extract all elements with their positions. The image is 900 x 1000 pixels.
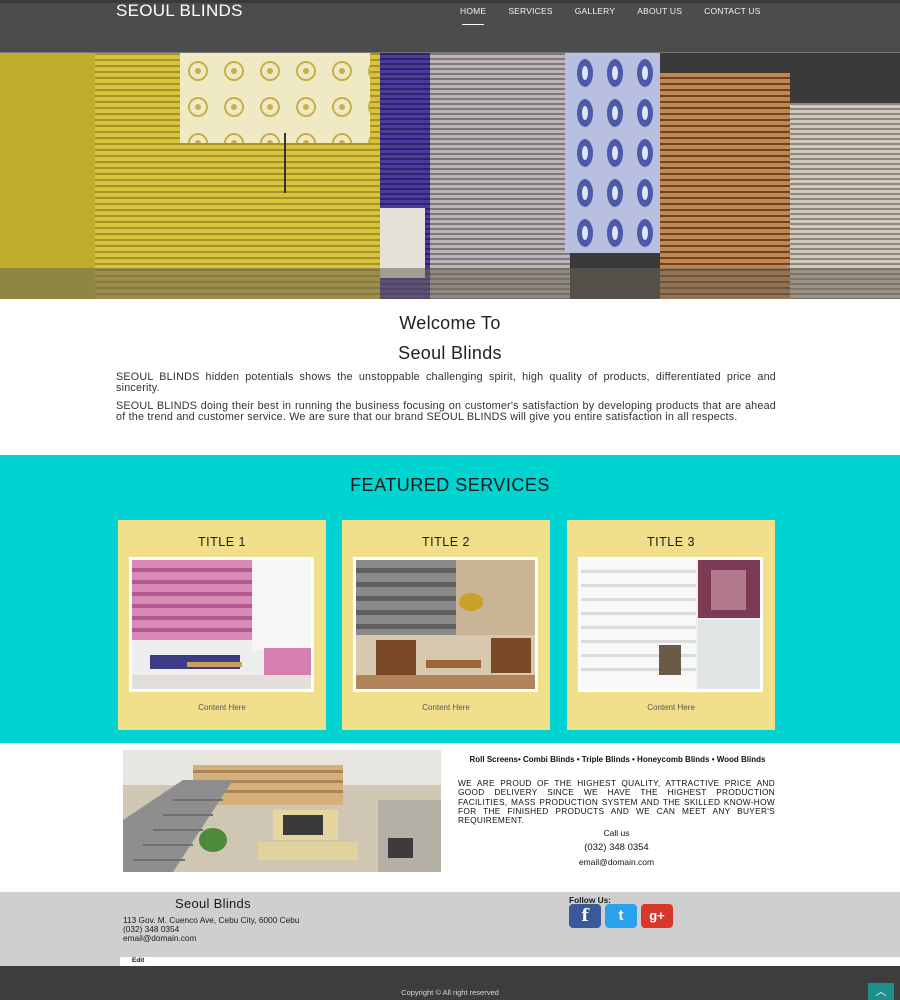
- edit-link[interactable]: Edit: [132, 957, 144, 964]
- nav-contact-us[interactable]: CONTACT US: [704, 6, 760, 25]
- featured-services-heading: FEATURED SERVICES: [350, 475, 550, 495]
- welcome-title-line1: Welcome To: [399, 313, 501, 333]
- nav-services[interactable]: SERVICES: [508, 6, 552, 25]
- footer-email[interactable]: email@domain.com: [123, 934, 333, 943]
- footer-contact: 113 Gov. M. Cuenco Ave, Cebu City, 6000 …: [123, 915, 333, 944]
- service-card-image: [578, 557, 763, 692]
- service-card-image: [353, 557, 538, 692]
- twitter-icon[interactable]: t: [605, 904, 637, 928]
- service-card-title: TITLE 3: [647, 535, 695, 549]
- nav-home[interactable]: HOME: [460, 6, 486, 25]
- company-statement: WE ARE PROUD OF THE HIGHEST QUALITY, ATT…: [458, 778, 775, 826]
- google-plus-icon[interactable]: g+: [641, 904, 673, 928]
- service-card-title: TITLE 2: [422, 535, 470, 549]
- promo-email[interactable]: email@domain.com: [458, 857, 775, 867]
- service-card-content: Content Here: [198, 703, 246, 712]
- service-card-2[interactable]: TITLE 2 Content Here: [342, 520, 550, 730]
- nav-gallery[interactable]: GALLERY: [575, 6, 615, 25]
- facebook-icon[interactable]: f: [569, 904, 601, 928]
- call-us-label: Call us: [603, 828, 630, 838]
- featured-services-section: FEATURED SERVICES TITLE 1 Content Here T…: [0, 455, 900, 743]
- site-brand[interactable]: SEOUL BLINDS: [116, 1, 243, 21]
- nav-about-us[interactable]: ABOUT US: [637, 6, 682, 25]
- product-types: Roll Screens• Combi Blinds • Triple Blin…: [469, 755, 766, 764]
- main-nav: HOME SERVICES GALLERY ABOUT US CONTACT U…: [460, 6, 783, 25]
- copyright-bar: Copyright © All right reserved ︿: [0, 966, 900, 1000]
- service-card-image: [129, 557, 314, 692]
- service-card-content: Content Here: [647, 703, 695, 712]
- interior-photo: [123, 750, 441, 872]
- footer-title: Seoul Blinds: [175, 896, 251, 911]
- welcome-title-line2: Seoul Blinds: [398, 343, 502, 363]
- footer: Seoul Blinds 113 Gov. M. Cuenco Ave, Ceb…: [0, 892, 900, 966]
- service-card-title: TITLE 1: [198, 535, 246, 549]
- service-card-1[interactable]: TITLE 1 Content Here: [118, 520, 326, 730]
- scroll-to-top-button[interactable]: ︿: [868, 983, 894, 1000]
- welcome-paragraph-2: SEOUL BLINDS doing their best in running…: [116, 400, 776, 423]
- welcome-paragraph-1: SEOUL BLINDS hidden potentials shows the…: [116, 371, 776, 394]
- promo-phone[interactable]: (032) 348 0354: [458, 842, 775, 853]
- hero-image: [0, 53, 900, 299]
- top-navbar: SEOUL BLINDS HOME SERVICES GALLERY ABOUT…: [0, 0, 900, 53]
- service-card-content: Content Here: [422, 703, 470, 712]
- service-card-3[interactable]: TITLE 3 Content Here: [567, 520, 775, 730]
- copyright-text: Copyright © All right reserved: [401, 988, 499, 997]
